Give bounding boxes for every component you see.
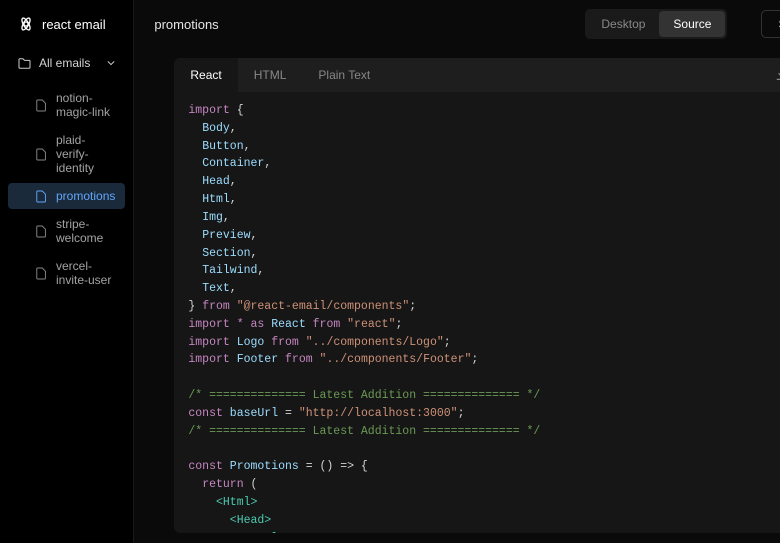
logo-text: react email (42, 17, 106, 32)
sidebar-item-label: plaid-verify-identity (56, 133, 115, 175)
file-icon (36, 148, 47, 161)
logo-icon (18, 16, 34, 32)
sidebar-item-notion-magic-link[interactable]: notion-magic-link (8, 85, 125, 125)
panel-actions (775, 68, 780, 82)
folder-icon (18, 58, 31, 69)
file-icon (36, 267, 47, 280)
file-icon (36, 99, 47, 112)
kw-import: import (188, 104, 229, 117)
sidebar-item-label: promotions (56, 189, 115, 203)
sidebar-item-promotions[interactable]: promotions (8, 183, 125, 209)
all-emails-toggle[interactable]: All emails (0, 48, 133, 78)
sidebar-item-label: stripe-welcome (56, 217, 115, 245)
file-icon (36, 225, 47, 238)
sidebar-list: notion-magic-link plaid-verify-identity … (0, 84, 133, 294)
panel-tab-plaintext[interactable]: Plain Text (302, 58, 386, 92)
panel-tabs: React HTML Plain Text (174, 58, 780, 92)
chevron-down-icon (107, 60, 115, 66)
logo: react email (0, 12, 133, 48)
view-toggle: Desktop Source (585, 9, 727, 39)
download-icon[interactable] (775, 68, 780, 82)
code-editor[interactable]: import { Body, Button, Container, Head, … (174, 92, 780, 533)
all-emails-label: All emails (39, 56, 90, 70)
panel-tab-html[interactable]: HTML (238, 58, 303, 92)
source-panel: React HTML Plain Text import { Body, But… (174, 58, 780, 533)
send-button[interactable]: Send (761, 10, 780, 38)
panel-tab-react[interactable]: React (174, 58, 237, 92)
sidebar: react email All emails notion-magic-link… (0, 0, 134, 543)
topbar: promotions Desktop Source Send (134, 0, 780, 48)
sidebar-item-vercel-invite-user[interactable]: vercel-invite-user (8, 253, 125, 293)
breadcrumb: promotions (154, 17, 218, 32)
view-tab-source[interactable]: Source (659, 11, 725, 37)
sidebar-item-label: notion-magic-link (56, 91, 115, 119)
sidebar-item-stripe-welcome[interactable]: stripe-welcome (8, 211, 125, 251)
file-icon (36, 190, 47, 203)
sidebar-item-plaid-verify-identity[interactable]: plaid-verify-identity (8, 127, 125, 181)
content: React HTML Plain Text import { Body, But… (134, 48, 780, 543)
sidebar-item-label: vercel-invite-user (56, 259, 115, 287)
view-tab-desktop[interactable]: Desktop (587, 11, 659, 37)
main: promotions Desktop Source Send React HTM… (134, 0, 780, 543)
